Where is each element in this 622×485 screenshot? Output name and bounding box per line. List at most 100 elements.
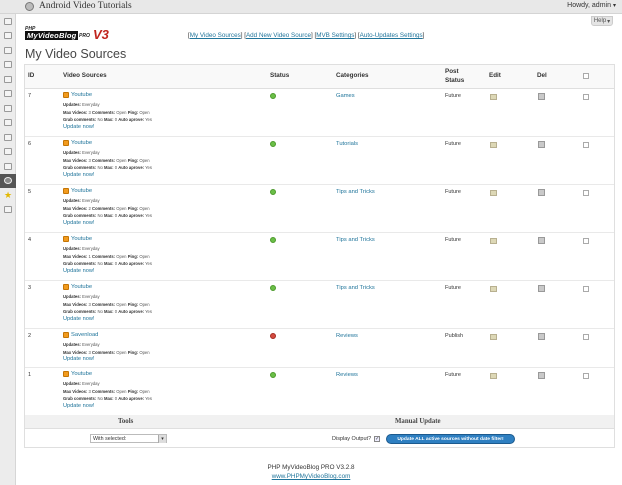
appearance-icon <box>4 104 12 112</box>
col-categories[interactable]: Categories <box>336 72 369 79</box>
edit-icon[interactable] <box>490 142 497 148</box>
edit-icon[interactable] <box>490 190 497 196</box>
row-checkbox[interactable] <box>583 286 589 292</box>
sidebar-item-appearance[interactable] <box>0 101 16 116</box>
row-id: 6 <box>28 141 32 147</box>
col-post-status-line1[interactable]: Post <box>445 68 459 75</box>
max-label: Max: <box>103 309 114 314</box>
category-link[interactable]: Tutorials <box>336 141 358 147</box>
category-link[interactable]: Tips and Tricks <box>336 189 375 195</box>
update-now-link[interactable]: Update now! <box>63 172 253 178</box>
grab-comments-line: Grab comments: No Max: 0 Auto aprove: Ye… <box>63 308 253 316</box>
edit-icon[interactable] <box>490 286 497 292</box>
sidebar-item-media[interactable] <box>0 43 16 58</box>
update-all-button[interactable]: Update ALL active sources without date f… <box>386 434 515 444</box>
auto-value: Yes <box>145 213 152 218</box>
category-link[interactable]: Tips and Tricks <box>336 285 375 291</box>
sidebar-item-tools[interactable] <box>0 145 16 160</box>
ping-value: Open <box>139 253 150 259</box>
update-now-link[interactable]: Update now! <box>63 220 253 226</box>
sidebar-item-plugins[interactable] <box>0 116 16 131</box>
col-video-sources[interactable]: Video Sources <box>63 72 107 79</box>
source-link[interactable]: Savenload <box>71 332 98 338</box>
site-title-link[interactable]: Android Video Tutorials <box>25 1 132 11</box>
chevron-down-icon: ▾ <box>158 435 166 443</box>
delete-icon[interactable] <box>538 93 545 100</box>
ping-value: Open <box>139 301 150 307</box>
category-link[interactable]: Tips and Tricks <box>336 237 375 243</box>
edit-icon[interactable] <box>490 334 497 340</box>
sidebar-collapse[interactable] <box>0 203 16 218</box>
delete-icon[interactable] <box>538 189 545 196</box>
source-link[interactable]: Youtube <box>71 92 92 98</box>
update-now-link[interactable]: Update now! <box>63 403 253 409</box>
source-link[interactable]: Youtube <box>71 284 92 290</box>
delete-icon[interactable] <box>538 372 545 379</box>
help-tab[interactable]: Help ▾ <box>591 16 613 26</box>
row-checkbox[interactable] <box>583 373 589 379</box>
update-now-link[interactable]: Update now! <box>63 268 253 274</box>
display-output-checkbox[interactable]: ✓ <box>374 436 381 442</box>
source-cell: Youtube Updates: Everyday Max Videos: 2 Co… <box>63 188 253 226</box>
select-all-checkbox[interactable] <box>583 73 589 79</box>
col-id[interactable]: ID <box>28 72 34 79</box>
source-meta: Updates: Everyday Max Videos: 3 Comments:… <box>63 380 253 403</box>
category-link[interactable]: Games <box>336 93 355 99</box>
sidebar-item-settings[interactable] <box>0 159 16 174</box>
source-link[interactable]: Youtube <box>71 140 92 146</box>
row-checkbox[interactable] <box>583 238 589 244</box>
sidebar-item-myvideoblog[interactable] <box>0 173 16 188</box>
nav-auto-updates-settings[interactable]: Auto-Updates Settings <box>360 32 423 39</box>
table-row: 1 Youtube Updates: Everyday Max Videos: 3 C… <box>25 368 614 416</box>
delete-icon[interactable] <box>538 333 545 340</box>
updates-value: Everyday <box>82 102 100 107</box>
max-value: 0 <box>114 261 118 266</box>
delete-icon[interactable] <box>538 285 545 292</box>
comments-value: Open <box>116 349 127 355</box>
row-checkbox[interactable] <box>583 190 589 196</box>
nav-add-new-video-source[interactable]: Add New Video Source <box>246 32 311 39</box>
source-link[interactable]: Youtube <box>71 236 92 242</box>
edit-icon[interactable] <box>490 238 497 244</box>
row-checkbox[interactable] <box>583 334 589 340</box>
ping-value: Open <box>139 388 150 394</box>
delete-icon[interactable] <box>538 141 545 148</box>
source-link[interactable]: Youtube <box>71 188 92 194</box>
update-now-link[interactable]: Update now! <box>63 124 253 130</box>
category-link[interactable]: Reviews <box>336 333 358 339</box>
update-now-link[interactable]: Update now! <box>63 316 253 322</box>
sidebar-item-posts[interactable] <box>0 29 16 44</box>
source-link[interactable]: Youtube <box>71 371 92 377</box>
users-icon <box>4 133 12 141</box>
auto-label: Auto aprove: <box>118 396 145 401</box>
edit-icon[interactable] <box>490 373 497 379</box>
update-now-link[interactable]: Update now! <box>63 356 253 362</box>
help-label: Help <box>593 18 607 24</box>
logo-main: MyVideoBlog <box>25 31 79 40</box>
source-title: Savenload <box>63 332 253 338</box>
updates-line: Updates: Everyday <box>63 197 253 205</box>
source-title: Youtube <box>63 188 253 194</box>
edit-icon[interactable] <box>490 94 497 100</box>
nav-mvb-settings[interactable]: MVB Settings <box>316 32 354 39</box>
sidebar-item-favorites[interactable] <box>0 188 16 203</box>
sidebar-item-users[interactable] <box>0 130 16 145</box>
sidebar-item-dashboard[interactable] <box>0 14 16 29</box>
delete-icon[interactable] <box>538 237 545 244</box>
category-link[interactable]: Reviews <box>336 372 358 378</box>
row-checkbox[interactable] <box>583 142 589 148</box>
col-post-status-line2[interactable]: Status <box>445 77 464 84</box>
comments-label: Comments: <box>92 349 116 355</box>
sidebar-item-links[interactable] <box>0 58 16 73</box>
credit-link[interactable]: www.PHPMyVideoBlog.com <box>272 473 351 480</box>
comments-value: Open <box>116 253 127 259</box>
col-status[interactable]: Status <box>270 72 289 79</box>
tools-heading: Tools <box>118 418 134 425</box>
user-menu[interactable]: Howdy, admin ▾ <box>567 2 616 9</box>
plugin-logo: PHP MyVideoBlog PRO V3 <box>25 26 111 44</box>
with-selected-dropdown[interactable]: With selected: ▾ <box>90 434 167 443</box>
row-checkbox[interactable] <box>583 94 589 100</box>
sidebar-item-comments[interactable] <box>0 87 16 102</box>
nav-my-video-sources[interactable]: My Video Sources <box>190 32 241 39</box>
sidebar-item-pages[interactable] <box>0 72 16 87</box>
